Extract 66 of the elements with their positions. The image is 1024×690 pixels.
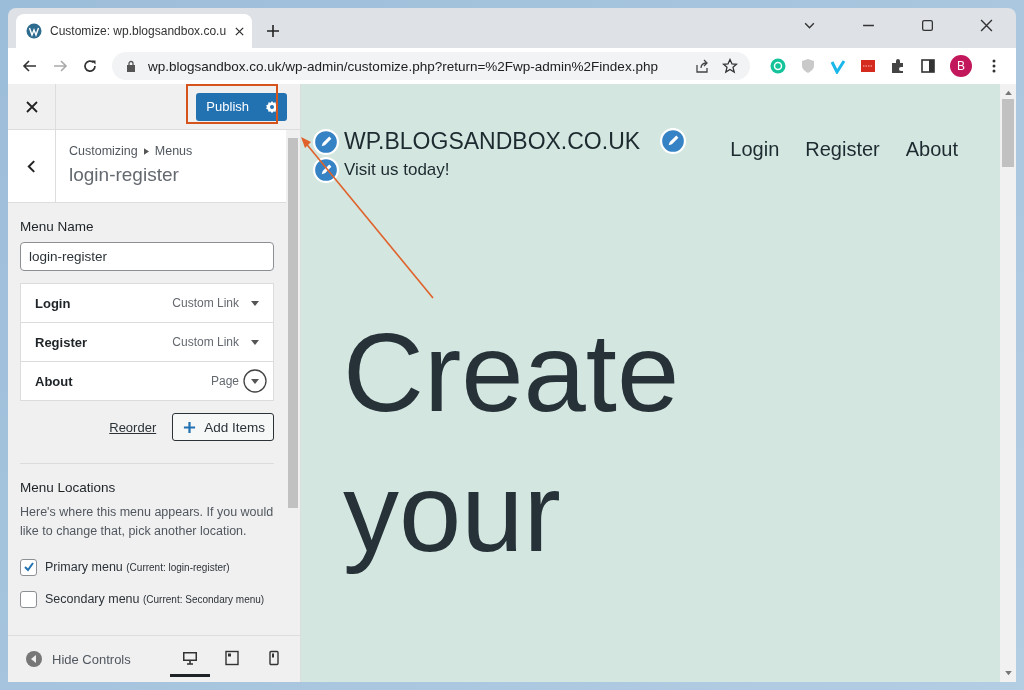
location-label: Primary menu (Current: login-register): [45, 560, 230, 574]
new-tab-icon[interactable]: [266, 24, 280, 38]
close-icon[interactable]: [980, 19, 993, 32]
add-items-button[interactable]: Add Items: [172, 413, 274, 441]
scroll-down-icon[interactable]: [1004, 671, 1012, 676]
reload-icon[interactable]: [82, 58, 98, 74]
location-label: Secondary menu (Current: Secondary menu): [45, 592, 265, 606]
checkbox[interactable]: [20, 590, 37, 608]
hero-heading: your: [343, 449, 562, 577]
edit-pencil-icon[interactable]: [313, 128, 339, 155]
triangle-right-icon: [143, 147, 149, 155]
site-title[interactable]: WP.BLOGSANDBOX.CO.UK: [344, 128, 641, 155]
collapse-icon: [26, 651, 42, 667]
nav-link[interactable]: Login: [730, 138, 780, 161]
menu-item-title: Register: [35, 334, 89, 350]
site-tagline: Visit us today!: [344, 160, 450, 180]
close-icon[interactable]: [234, 25, 246, 37]
breadcrumb-text: Customizing: [69, 144, 138, 158]
tablet-icon: [224, 649, 240, 666]
breadcrumb-text: Menus: [154, 144, 193, 158]
checkbox[interactable]: [20, 558, 37, 576]
edit-pencil-icon[interactable]: [313, 157, 339, 183]
menu-item-type: Custom Link: [172, 296, 239, 310]
url-text: wp.blogsandbox.co.uk/wp-admin/customize.php?return=%2Fwp-admin%2Findex.php: [148, 58, 658, 74]
wordpress-logo-icon: [26, 23, 42, 39]
settings-button[interactable]: [257, 92, 287, 121]
menu-name-field[interactable]: login-register: [20, 242, 274, 271]
menu-item[interactable]: About Page: [21, 362, 273, 400]
profile-avatar[interactable]: B: [950, 55, 972, 77]
hide-controls-button[interactable]: Hide Controls: [20, 650, 137, 668]
expand-toggle-icon[interactable]: [243, 369, 267, 393]
edit-pencil-icon[interactable]: [660, 128, 687, 154]
chevron-left-icon: [27, 159, 36, 173]
menu-item-title: About: [35, 373, 74, 389]
plus-icon: [183, 420, 197, 434]
settings-icon: [265, 99, 279, 114]
menu-locations-heading: Menu Locations: [20, 480, 117, 495]
menu-item-title: Login: [35, 295, 72, 311]
side-panel-icon[interactable]: [920, 58, 936, 74]
phone-icon: [266, 649, 282, 666]
description-text: Here's where this menu appears. If you would like to change that, pick another location.: [20, 504, 274, 540]
tab-title: Customize: wp.blogsandbox.co.u: [50, 24, 227, 38]
section-title: login-register: [69, 164, 180, 186]
menu-item[interactable]: Register Custom Link: [21, 323, 273, 362]
menu-item[interactable]: Login Custom Link: [21, 284, 273, 323]
publish-button[interactable]: Publish: [196, 92, 257, 121]
browser-tab[interactable]: Customize: wp.blogsandbox.co.u: [16, 14, 252, 48]
scrollbar-thumb[interactable]: [1002, 99, 1014, 167]
menu-item-type: Page: [210, 374, 239, 388]
hero-heading: Create: [343, 309, 681, 437]
address-bar[interactable]: wp.blogsandbox.co.uk/wp-admin/customize.php?return=%2Fwp-admin%2Findex.php: [112, 52, 750, 80]
close-icon: [25, 100, 38, 113]
star-icon[interactable]: [722, 58, 738, 74]
reorder-link[interactable]: Reorder: [109, 419, 157, 435]
share-icon[interactable]: [694, 58, 710, 74]
scroll-up-icon[interactable]: [1004, 90, 1012, 95]
menu-item-type: Custom Link: [172, 335, 239, 349]
extension-square-icon[interactable]: [860, 58, 876, 74]
puzzle-icon[interactable]: [890, 58, 906, 74]
maximize-icon[interactable]: [921, 19, 934, 32]
back-arrow-icon[interactable]: [22, 58, 38, 74]
nav-link[interactable]: About: [905, 138, 958, 161]
monitor-icon: [182, 649, 198, 666]
menu-name-label: Menu Name: [20, 219, 95, 234]
lock-icon: [126, 60, 136, 72]
nav-link[interactable]: Register: [805, 138, 880, 161]
